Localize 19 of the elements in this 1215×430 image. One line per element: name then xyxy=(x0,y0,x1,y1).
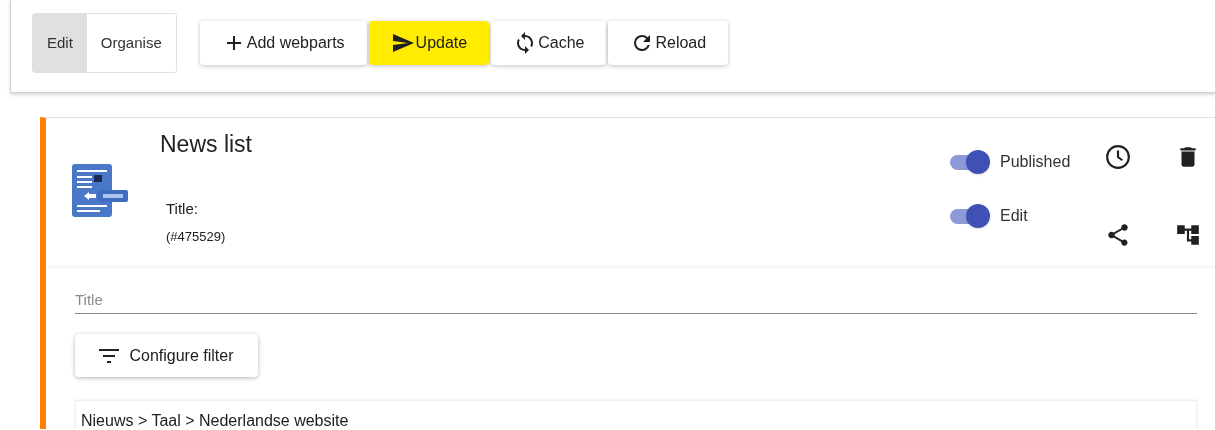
share-icon[interactable] xyxy=(1105,222,1131,248)
webpart-title: News list xyxy=(160,130,252,159)
title-field[interactable]: Title xyxy=(75,286,1197,314)
filter-icon xyxy=(99,348,120,363)
mode-tab[interactable]: Edit xyxy=(33,14,87,72)
send-icon xyxy=(390,31,415,55)
clock-icon[interactable] xyxy=(1105,144,1131,170)
toolbar-button[interactable]: Add webparts xyxy=(199,21,367,65)
news-part-icon xyxy=(72,164,128,217)
configure-filter-button[interactable]: Configure filter xyxy=(75,334,258,377)
webpart-id: (#475529) xyxy=(166,227,227,246)
toolbar-button[interactable]: Reload xyxy=(608,21,729,65)
toolbar-button[interactable]: Cache xyxy=(491,21,607,65)
toolbar-button[interactable]: Update xyxy=(368,21,490,65)
title-label: Title: xyxy=(166,199,199,219)
toggle-label: Edit xyxy=(1000,206,1028,226)
toggle-label: Published xyxy=(1000,152,1071,172)
hierarchy-icon[interactable] xyxy=(1175,222,1201,248)
category-path: Nieuws > Taal > Nederlandse website xyxy=(81,412,349,429)
